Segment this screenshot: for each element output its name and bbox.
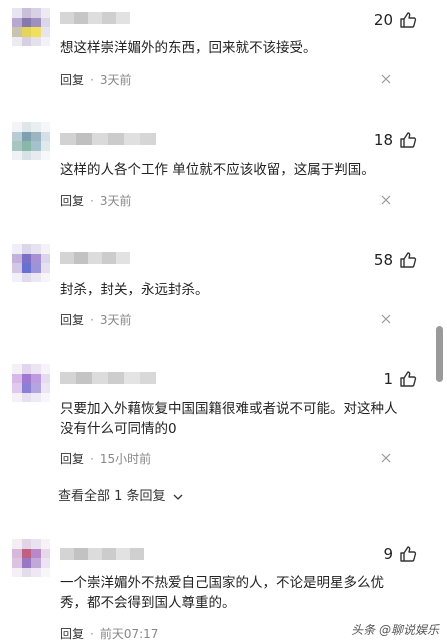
timestamp: 3天前: [99, 313, 132, 327]
comment-meta: 回复 · 3天前: [60, 192, 131, 209]
avatar[interactable]: [12, 364, 50, 402]
separator-dot: ·: [90, 627, 94, 641]
reply-button[interactable]: 回复: [60, 452, 84, 466]
comment-meta: 回复 · 前天07:17: [60, 625, 158, 642]
like-count: 1: [383, 370, 393, 388]
separator-dot: ·: [90, 73, 94, 87]
chevron-down-icon: [173, 494, 183, 500]
comment-meta: 回复 · 15小时前: [60, 450, 151, 467]
reply-button[interactable]: 回复: [60, 194, 84, 208]
thumbs-up-icon[interactable]: [399, 11, 417, 29]
thumbs-up-icon[interactable]: [399, 545, 417, 563]
timestamp: 前天07:17: [99, 627, 159, 641]
watermark: 头条 @聊说娱乐: [351, 623, 439, 637]
like-count: 18: [373, 131, 393, 149]
reply-button[interactable]: 回复: [60, 627, 84, 641]
avatar[interactable]: [12, 244, 50, 282]
view-all-replies-label: 查看全部 1 条回复: [58, 489, 166, 504]
close-icon[interactable]: [381, 195, 391, 205]
timestamp: 15小时前: [99, 452, 152, 466]
comment-text: 封杀，封关，永远封杀。: [60, 282, 209, 298]
view-all-replies-link[interactable]: 查看全部 1 条回复: [58, 485, 183, 504]
comment-text: 一个崇洋媚外不热爱自己国家的人，不论是明星多么优秀，都不会得到国人尊重的。: [60, 575, 384, 611]
thumbs-up-icon[interactable]: [399, 131, 417, 149]
comment-text: 想这样崇洋媚外的东西，回来就不该接受。: [60, 40, 317, 56]
comment-text: 只要加入外藉恢复中国国籍很难或者说不可能。对这种人没有什么可同情的0: [60, 401, 398, 437]
separator-dot: ·: [90, 194, 94, 208]
avatar[interactable]: [12, 122, 50, 160]
scrollbar[interactable]: [436, 326, 443, 382]
avatar[interactable]: [12, 8, 50, 46]
reply-button[interactable]: 回复: [60, 313, 84, 327]
like-count: 9: [383, 545, 393, 563]
comment-meta: 回复 · 3天前: [60, 311, 131, 328]
avatar[interactable]: [12, 539, 50, 577]
close-icon[interactable]: [381, 74, 391, 84]
separator-dot: ·: [90, 452, 94, 466]
comment-text: 这样的人各个工作 单位就不应该收留，这属于判国。: [60, 162, 375, 178]
thumbs-up-icon[interactable]: [399, 251, 417, 269]
username-blurred[interactable]: [60, 133, 156, 145]
like-count: 58: [373, 251, 393, 269]
timestamp: 3天前: [99, 73, 132, 87]
close-icon[interactable]: [381, 453, 391, 463]
separator-dot: ·: [90, 313, 94, 327]
reply-button[interactable]: 回复: [60, 73, 84, 87]
username-blurred[interactable]: [60, 252, 130, 264]
username-blurred[interactable]: [60, 12, 130, 24]
like-count: 20: [373, 11, 393, 29]
username-blurred[interactable]: [60, 548, 144, 560]
thumbs-up-icon[interactable]: [399, 370, 417, 388]
username-blurred[interactable]: [60, 372, 156, 384]
timestamp: 3天前: [99, 194, 132, 208]
comment-meta: 回复 · 3天前: [60, 71, 131, 88]
close-icon[interactable]: [381, 314, 391, 324]
